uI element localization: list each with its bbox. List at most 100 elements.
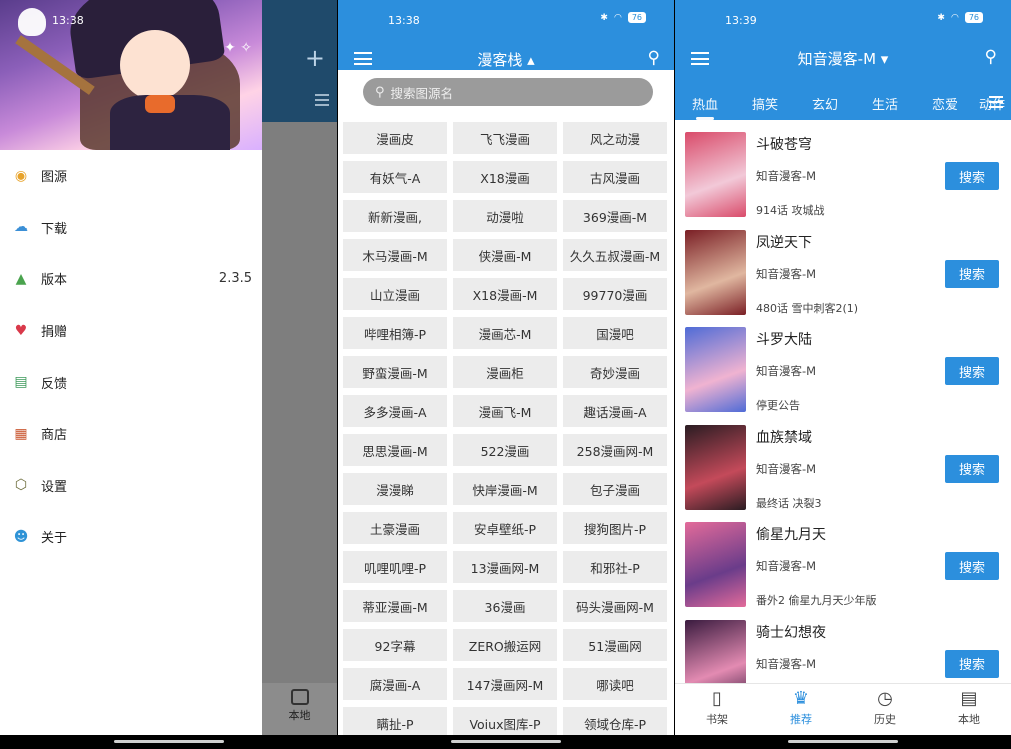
- tab-rexue[interactable]: 热血: [675, 88, 735, 120]
- source-item[interactable]: 野蛮漫画-M: [343, 356, 447, 388]
- background-app-dimmed[interactable]: + 本地: [262, 0, 337, 735]
- source-item[interactable]: 99770漫画: [563, 278, 667, 310]
- drawer-item-about[interactable]: ☻ 关于: [0, 511, 262, 563]
- drawer-item-version[interactable]: ▲ 版本 2.3.5: [0, 253, 262, 305]
- source-item[interactable]: 山立漫画: [343, 278, 447, 310]
- search-area: ⚲ 搜索图源名: [338, 70, 674, 120]
- drawer-item-download[interactable]: ☁ 下载: [0, 202, 262, 254]
- tabs-menu-icon[interactable]: [989, 96, 1003, 108]
- comic-cover[interactable]: [685, 327, 746, 412]
- source-item[interactable]: 飞飞漫画: [453, 122, 557, 154]
- source-item[interactable]: 漫画柜: [453, 356, 557, 388]
- nav-local-store[interactable]: ▤ 本地: [927, 684, 1011, 735]
- feedback-icon: ▤: [14, 374, 28, 391]
- source-item[interactable]: 快岸漫画-M: [453, 473, 557, 505]
- tab-lianai[interactable]: 恋爱: [915, 88, 975, 120]
- source-item[interactable]: 漫漫睇: [343, 473, 447, 505]
- drawer-item-store[interactable]: ▦ 商店: [0, 408, 262, 460]
- source-grid: 漫画皮 飞飞漫画 风之动漫有妖气-A X18漫画 古风漫画新新漫画, 动漫啦 369漫画-M…: [343, 122, 671, 739]
- drawer-item-label: 版本: [41, 273, 68, 289]
- search-button[interactable]: 搜索: [945, 454, 999, 483]
- comic-row[interactable]: 斗破苍穹 知音漫客-M 914话 攻城战 搜索: [675, 126, 1011, 224]
- source-item[interactable]: 369漫画-M: [563, 200, 667, 232]
- source-item[interactable]: 和邪社-P: [563, 551, 667, 583]
- source-item[interactable]: 多多漫画-A: [343, 395, 447, 427]
- source-item[interactable]: 36漫画: [453, 590, 557, 622]
- source-item[interactable]: 趣话漫画-A: [563, 395, 667, 427]
- search-button[interactable]: 搜索: [945, 552, 999, 580]
- source-selector-title[interactable]: 漫客栈 ▴: [338, 49, 674, 70]
- drawer-item-label: 商店: [41, 428, 68, 444]
- comic-cover[interactable]: [685, 424, 746, 510]
- comic-cover[interactable]: [685, 132, 746, 217]
- source-item[interactable]: ZERO搬运网: [453, 629, 557, 661]
- search-button[interactable]: 搜索: [945, 357, 999, 385]
- source-item[interactable]: 思思漫画-M: [343, 434, 447, 466]
- source-item[interactable]: 动漫啦: [453, 200, 557, 232]
- search-button[interactable]: 搜索: [945, 259, 999, 288]
- drawer-item-donate[interactable]: ♥ 捐赠: [0, 305, 262, 357]
- source-item[interactable]: 漫画芯-M: [453, 317, 557, 349]
- comic-row[interactable]: 偷星九月天 知音漫客-M 番外2 偷星九月天少年版 搜索: [675, 516, 1011, 614]
- source-item[interactable]: 木马漫画-M: [343, 239, 447, 271]
- source-item[interactable]: 安卓壁纸-P: [453, 512, 557, 544]
- nav-history[interactable]: ◷ 历史: [843, 684, 927, 735]
- drawer-item-feedback[interactable]: ▤ 反馈: [0, 356, 262, 408]
- comic-row[interactable]: 血族禁域 知音漫客-M 最终话 决裂3 搜索: [675, 419, 1011, 517]
- source-item[interactable]: 包子漫画: [563, 473, 667, 505]
- source-item[interactable]: X18漫画-M: [453, 278, 557, 310]
- source-search-input[interactable]: ⚲ 搜索图源名: [363, 78, 653, 106]
- bookshelf-icon: ▯: [712, 688, 722, 709]
- search-button[interactable]: 搜索: [945, 162, 999, 190]
- source-item[interactable]: 漫画飞-M: [453, 395, 557, 427]
- tab-xuanhuan[interactable]: 玄幻: [795, 88, 855, 120]
- source-item[interactable]: 叽哩叽哩-P: [343, 551, 447, 583]
- source-item[interactable]: 码头漫画网-M: [563, 590, 667, 622]
- comic-row[interactable]: 骑士幻想夜 知音漫客-M 搜索: [675, 614, 1011, 684]
- source-item[interactable]: 51漫画网: [563, 629, 667, 661]
- nav-recommend[interactable]: ♛ 推荐: [759, 684, 843, 735]
- home-indicator[interactable]: [113, 740, 224, 743]
- source-item[interactable]: X18漫画: [453, 161, 557, 193]
- nav-bookshelf[interactable]: ▯ 书架: [675, 684, 759, 735]
- comic-cover[interactable]: [685, 522, 746, 607]
- source-item[interactable]: 13漫画网-M: [453, 551, 557, 583]
- source-item[interactable]: 土豪漫画: [343, 512, 447, 544]
- source-item[interactable]: 有妖气-A: [343, 161, 447, 193]
- source-item[interactable]: 92字幕: [343, 629, 447, 661]
- source-item[interactable]: 古风漫画: [563, 161, 667, 193]
- search-icon[interactable]: ⚲: [648, 48, 660, 68]
- comic-row[interactable]: 凤逆天下 知音漫客-M 480话 雪中刺客2(1) 搜索: [675, 224, 1011, 322]
- search-icon: ⚲: [375, 84, 385, 100]
- source-item[interactable]: 147漫画网-M: [453, 668, 557, 700]
- search-button[interactable]: 搜索: [945, 649, 999, 678]
- comic-title: 骑士幻想夜: [756, 624, 826, 641]
- comic-cover[interactable]: [685, 229, 746, 315]
- source-item[interactable]: 风之动漫: [563, 122, 667, 154]
- drawer-item-source[interactable]: ◉ 图源: [0, 150, 262, 202]
- search-icon[interactable]: ⚲: [985, 47, 997, 67]
- source-item[interactable]: 哪读吧: [563, 668, 667, 700]
- comic-cover[interactable]: [685, 619, 746, 684]
- tab-gaoxiao[interactable]: 搞笑: [735, 88, 795, 120]
- drawer-item-settings[interactable]: ⬡ 设置: [0, 460, 262, 512]
- home-indicator[interactable]: [788, 740, 898, 743]
- source-item[interactable]: 522漫画: [453, 434, 557, 466]
- source-item[interactable]: 搜狗图片-P: [563, 512, 667, 544]
- comic-list[interactable]: 斗破苍穹 知音漫客-M 914话 攻城战 搜索 凤逆天下 知音漫客-M 480话 雪中刺客2…: [675, 126, 1011, 684]
- source-selector-title[interactable]: 知音漫客-M ▾: [675, 48, 1011, 69]
- source-item[interactable]: 国漫吧: [563, 317, 667, 349]
- source-item[interactable]: 新新漫画,: [343, 200, 447, 232]
- comic-row[interactable]: 斗罗大陆 知音漫客-M 停更公告 搜索: [675, 321, 1011, 419]
- source-item[interactable]: 腐漫画-A: [343, 668, 447, 700]
- source-item[interactable]: 258漫画网-M: [563, 434, 667, 466]
- source-item[interactable]: 奇妙漫画: [563, 356, 667, 388]
- source-item[interactable]: 蒂亚漫画-M: [343, 590, 447, 622]
- home-indicator[interactable]: [451, 740, 561, 743]
- source-item[interactable]: 哔哩相簿-P: [343, 317, 447, 349]
- comic-latest-episode: 最终话 决裂3: [756, 496, 822, 510]
- source-item[interactable]: 侠漫画-M: [453, 239, 557, 271]
- tab-shenghuo[interactable]: 生活: [855, 88, 915, 120]
- source-item[interactable]: 漫画皮: [343, 122, 447, 154]
- source-item[interactable]: 久久五叔漫画-M: [563, 239, 667, 271]
